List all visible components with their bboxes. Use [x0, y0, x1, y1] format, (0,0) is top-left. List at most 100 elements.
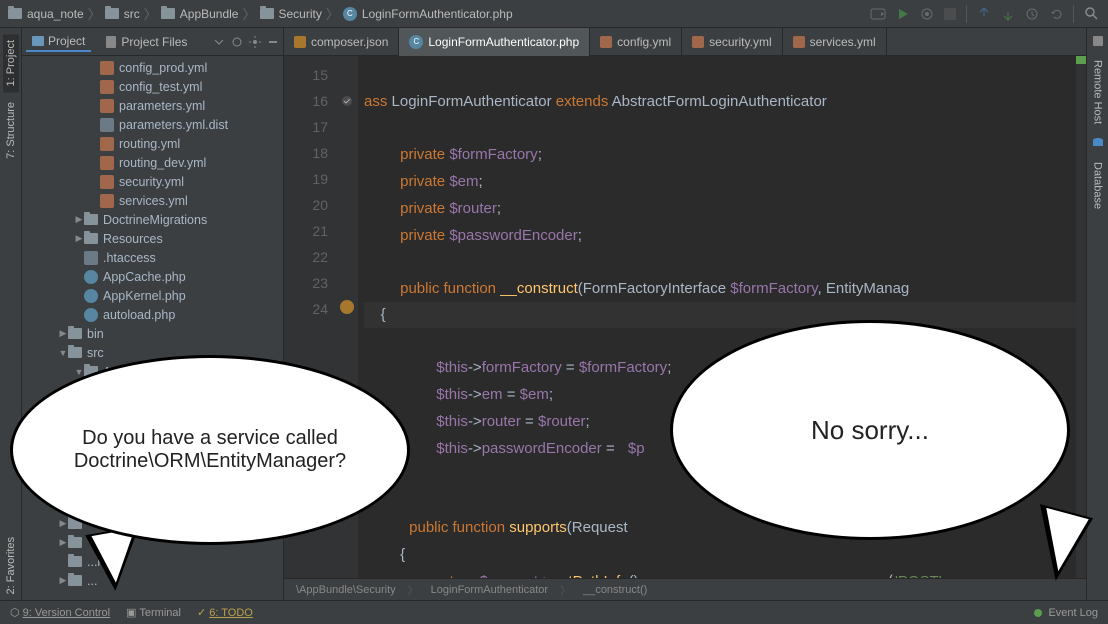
tree-label: .htaccess — [103, 251, 156, 265]
error-stripe[interactable] — [1076, 56, 1086, 578]
expand-arrow-icon[interactable]: ▶ — [58, 537, 68, 548]
project-tab[interactable]: Project — [26, 32, 91, 52]
stop-icon[interactable] — [944, 8, 956, 20]
tree-row[interactable]: routing.yml — [22, 134, 283, 153]
php-icon — [84, 289, 98, 303]
crumb-file[interactable]: CLoginFormAuthenticator.php — [343, 7, 513, 21]
tree-row[interactable]: ▶DoctrineMigrations — [22, 210, 283, 229]
tree-row[interactable]: config_test.yml — [22, 77, 283, 96]
hide-icon[interactable] — [267, 36, 279, 48]
folder-icon — [68, 537, 82, 548]
tree-row[interactable]: ▶bin — [22, 324, 283, 343]
right-tool-rail: Remote Host Database — [1086, 28, 1108, 600]
vcs-revert-icon[interactable] — [1049, 7, 1063, 21]
crumb-3[interactable]: Security — [260, 7, 322, 21]
line-number: 22 — [284, 244, 328, 270]
expand-arrow-icon[interactable]: ▶ — [74, 233, 84, 244]
line-number: 18 — [284, 140, 328, 166]
line-number: 17 — [284, 114, 328, 140]
json-icon — [294, 36, 306, 48]
structure-tool-tab[interactable]: 7: Structure — [3, 96, 19, 165]
line-number: 20 — [284, 192, 328, 218]
tree-row[interactable]: AppKernel.php — [22, 286, 283, 305]
expand-arrow-icon[interactable]: ▶ — [58, 328, 68, 339]
terminal-tool[interactable]: ▣ Terminal — [126, 606, 181, 619]
vcs-commit-icon[interactable] — [1001, 7, 1015, 21]
crumb-class[interactable]: LoginFormAuthenticator — [427, 584, 552, 596]
tree-row[interactable]: security.yml — [22, 172, 283, 191]
php-icon: C — [343, 7, 357, 21]
tree-row[interactable]: .htaccess — [22, 248, 283, 267]
debug-icon[interactable] — [920, 7, 934, 21]
folder-icon — [68, 347, 82, 358]
breadcrumb-bar: aqua_note 〉 src 〉 AppBundle 〉 Security 〉… — [0, 0, 1108, 28]
yml-icon — [100, 80, 114, 94]
line-number: 15 — [284, 62, 328, 88]
folder-icon — [84, 214, 98, 225]
tab-label: config.yml — [617, 35, 671, 49]
yml-icon — [600, 36, 612, 48]
run-config-icon[interactable] — [870, 6, 886, 22]
collapse-icon[interactable] — [213, 36, 225, 48]
expand-arrow-icon[interactable]: ▼ — [74, 367, 84, 377]
tree-label: security.yml — [119, 175, 184, 189]
editor-tab[interactable]: config.yml — [590, 28, 682, 56]
tree-row[interactable]: config_prod.yml — [22, 58, 283, 77]
crumb-method[interactable]: __construct() — [579, 584, 651, 596]
tree-row[interactable]: services.yml — [22, 191, 283, 210]
tree-label: routing.yml — [119, 137, 180, 151]
expand-arrow-icon[interactable]: ▶ — [74, 214, 84, 225]
remote-host-tab[interactable]: Remote Host — [1090, 54, 1106, 130]
expand-arrow-icon[interactable]: ▶ — [58, 575, 68, 586]
override-icon[interactable] — [340, 94, 354, 108]
expand-arrow-icon[interactable]: ▶ — [58, 518, 68, 529]
yml-icon — [100, 194, 114, 208]
project-files-tab[interactable]: Project Files — [99, 33, 193, 51]
editor-tab[interactable]: services.yml — [783, 28, 887, 56]
play-icon[interactable] — [896, 7, 910, 21]
tree-row[interactable]: routing_dev.yml — [22, 153, 283, 172]
tree-row[interactable]: ▶ Resources — [22, 229, 283, 248]
tree-row[interactable]: parameters.yml — [22, 96, 283, 115]
expand-arrow-icon[interactable]: ▼ — [58, 348, 68, 358]
crumb-root[interactable]: aqua_note — [8, 7, 84, 21]
yml-icon — [692, 36, 704, 48]
toolbar-right — [870, 5, 1100, 23]
line-number: 16 — [284, 88, 328, 114]
folder-icon — [68, 328, 82, 339]
tree-label: services.yml — [119, 194, 188, 208]
yml-icon — [100, 175, 114, 189]
favorites-tool-tab[interactable]: 2: Favorites — [3, 531, 19, 600]
tree-row[interactable]: AppCache.php — [22, 267, 283, 286]
database-icon[interactable] — [1091, 136, 1105, 150]
tree-row[interactable]: parameters.yml.dist — [22, 115, 283, 134]
editor-tab[interactable]: CLoginFormAuthenticator.php — [399, 28, 590, 56]
crumb-ns[interactable]: \AppBundle\Security — [292, 584, 400, 596]
crumb-2[interactable]: AppBundle — [161, 7, 239, 21]
intention-bulb-icon[interactable] — [340, 300, 354, 314]
editor-tab[interactable]: security.yml — [682, 28, 782, 56]
vcs-update-icon[interactable] — [977, 7, 991, 21]
tree-row[interactable]: ...ndor — [22, 552, 283, 571]
search-icon[interactable] — [1084, 6, 1100, 22]
gear-icon[interactable] — [249, 36, 261, 48]
editor-tab[interactable]: composer.json — [284, 28, 399, 56]
project-tool-tab[interactable]: 1: Project — [3, 34, 19, 92]
event-indicator-icon — [1034, 609, 1042, 617]
yml-icon — [100, 61, 114, 75]
folder-icon — [68, 575, 82, 586]
scroll-from-icon[interactable] — [231, 36, 243, 48]
vcs-tool[interactable]: ⬡ 9: Version Control — [10, 606, 110, 619]
todo-tool[interactable]: ✓ 6: TODO — [197, 606, 253, 619]
crumb-1[interactable]: src — [105, 7, 140, 21]
event-log[interactable]: Event Log — [1048, 607, 1098, 619]
vcs-history-icon[interactable] — [1025, 7, 1039, 21]
tree-row[interactable]: autoload.php — [22, 305, 283, 324]
tree-row[interactable]: ▶... — [22, 571, 283, 590]
yml-icon — [100, 99, 114, 113]
database-tab[interactable]: Database — [1090, 156, 1106, 215]
project-icon — [32, 35, 44, 47]
line-number: 21 — [284, 218, 328, 244]
tree-label: Resources — [103, 232, 163, 246]
remote-host-icon[interactable] — [1091, 34, 1105, 48]
